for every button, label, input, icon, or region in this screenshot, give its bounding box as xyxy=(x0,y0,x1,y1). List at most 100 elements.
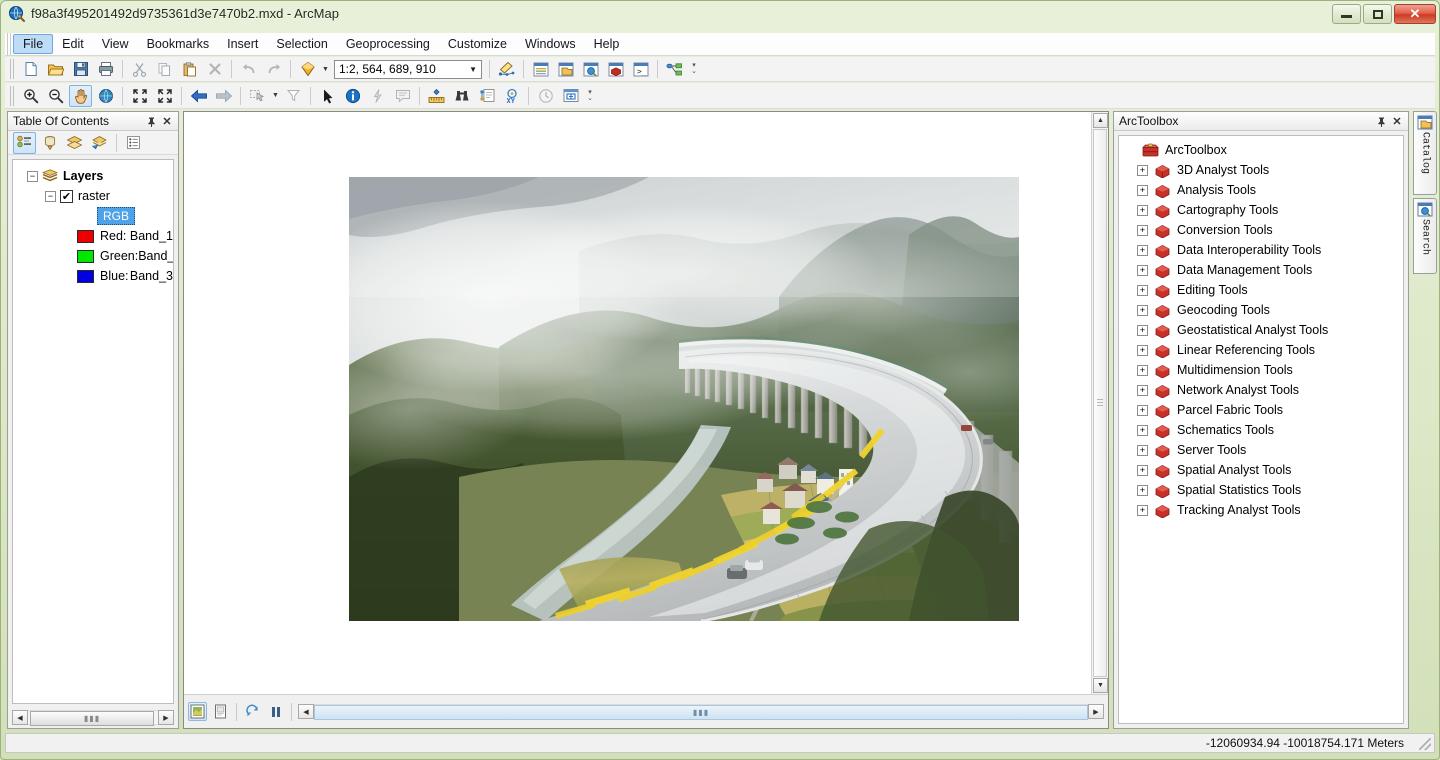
full-extent-globe-icon[interactable] xyxy=(94,85,117,107)
map-hscroll-thumb[interactable]: ▮▮▮ xyxy=(314,705,1088,720)
expander-icon[interactable]: + xyxy=(1137,404,1148,416)
redo-icon[interactable] xyxy=(262,58,285,80)
add-data-dropdown-icon[interactable]: ▼ xyxy=(320,58,331,80)
menu-item-customize[interactable]: Customize xyxy=(439,33,516,55)
print-icon[interactable] xyxy=(94,58,117,80)
fixed-zoom-in-icon[interactable] xyxy=(128,85,151,107)
expander-icon[interactable]: + xyxy=(1137,204,1148,216)
toolbox-item-spatial-analyst-tools[interactable]: + Spatial Analyst Tools xyxy=(1119,460,1403,480)
pin-icon[interactable] xyxy=(1374,114,1388,128)
map-hscroll-track[interactable]: ▮▮▮ xyxy=(314,704,1088,720)
scroll-up-arrow-icon[interactable]: ▲ xyxy=(1093,113,1108,128)
delete-icon[interactable] xyxy=(203,58,226,80)
clear-selection-icon[interactable] xyxy=(282,85,305,107)
hyperlink-icon[interactable] xyxy=(366,85,389,107)
toolbox-item-analysis-tools[interactable]: + Analysis Tools xyxy=(1119,180,1403,200)
table-of-contents-icon[interactable] xyxy=(529,58,552,80)
search-window-icon[interactable] xyxy=(579,58,602,80)
editor-toolbar-icon[interactable] xyxy=(495,58,518,80)
close-icon[interactable]: ✕ xyxy=(160,114,174,128)
save-icon[interactable] xyxy=(69,58,92,80)
toc-scroll-track[interactable]: ▮▮▮ xyxy=(28,710,158,726)
go-to-xy-icon[interactable]: XY xyxy=(500,85,523,107)
scroll-left-arrow-icon[interactable]: ◀ xyxy=(12,710,28,725)
expander-icon[interactable]: + xyxy=(1137,284,1148,296)
toc-band-red[interactable]: Red: Band_1 xyxy=(13,226,173,246)
cut-icon[interactable] xyxy=(128,58,151,80)
menu-drag-grip[interactable] xyxy=(5,33,13,55)
side-tab-catalog[interactable]: Catalog xyxy=(1413,111,1437,195)
menu-item-geoprocessing[interactable]: Geoprocessing xyxy=(337,33,439,55)
map-vertical-scrollbar[interactable]: ▲ ▼ xyxy=(1091,112,1108,694)
open-document-icon[interactable] xyxy=(44,58,67,80)
expander-icon[interactable]: + xyxy=(1137,164,1148,176)
menu-item-help[interactable]: Help xyxy=(585,33,629,55)
toolbox-item-multidimension-tools[interactable]: + Multidimension Tools xyxy=(1119,360,1403,380)
layout-view-icon[interactable] xyxy=(211,702,230,721)
list-by-visibility-icon[interactable] xyxy=(63,132,86,154)
select-elements-arrow-icon[interactable] xyxy=(316,85,339,107)
new-document-icon[interactable] xyxy=(19,58,42,80)
expander-icon[interactable]: + xyxy=(1137,364,1148,376)
toolbox-item-spatial-statistics-tools[interactable]: + Spatial Statistics Tools xyxy=(1119,480,1403,500)
html-popup-icon[interactable] xyxy=(391,85,414,107)
toc-layer-raster[interactable]: − ✔ raster xyxy=(13,186,173,206)
measure-icon[interactable] xyxy=(425,85,448,107)
toolbox-item-3d-analyst-tools[interactable]: + 3D Analyst Tools xyxy=(1119,160,1403,180)
expander-icon[interactable]: + xyxy=(1137,484,1148,496)
toolbox-item-schematics-tools[interactable]: + Schematics Tools xyxy=(1119,420,1403,440)
menu-item-bookmarks[interactable]: Bookmarks xyxy=(138,33,219,55)
toc-symbology-rgb[interactable]: RGB xyxy=(13,206,173,226)
toolbox-item-cartography-tools[interactable]: + Cartography Tools xyxy=(1119,200,1403,220)
toolbox-item-conversion-tools[interactable]: + Conversion Tools xyxy=(1119,220,1403,240)
expander-icon[interactable]: + xyxy=(1137,464,1148,476)
expander-icon[interactable]: − xyxy=(45,190,56,202)
zoom-in-icon[interactable] xyxy=(19,85,42,107)
arctoolbox-window-icon[interactable] xyxy=(604,58,627,80)
expander-icon[interactable]: + xyxy=(1137,504,1148,516)
menu-item-edit[interactable]: Edit xyxy=(53,33,93,55)
pan-hand-icon[interactable] xyxy=(69,84,92,107)
arctoolbox-tree[interactable]: ArcToolbox + 3D Analyst Tools + Analysis… xyxy=(1118,135,1404,724)
expander-icon[interactable]: + xyxy=(1137,424,1148,436)
expander-icon[interactable]: + xyxy=(1137,444,1148,456)
pin-icon[interactable] xyxy=(144,114,158,128)
toolbar-drag-grip[interactable] xyxy=(9,85,16,106)
zoom-out-icon[interactable] xyxy=(44,85,67,107)
create-viewer-window-icon[interactable] xyxy=(559,85,582,107)
close-button[interactable]: ✕ xyxy=(1394,4,1436,24)
select-features-icon[interactable] xyxy=(246,85,269,107)
go-forward-extent-icon[interactable] xyxy=(212,85,235,107)
scroll-left-arrow-icon[interactable]: ◀ xyxy=(298,704,314,719)
chevron-down-icon[interactable]: ▼ xyxy=(469,61,477,78)
toolbox-item-data-management-tools[interactable]: + Data Management Tools xyxy=(1119,260,1403,280)
add-data-icon[interactable] xyxy=(296,58,319,80)
model-builder-icon[interactable] xyxy=(663,58,686,80)
expander-icon[interactable]: + xyxy=(1137,264,1148,276)
menu-item-file[interactable]: File xyxy=(13,34,54,54)
toolbox-item-data-interoperability-tools[interactable]: + Data Interoperability Tools xyxy=(1119,240,1403,260)
expander-icon[interactable]: + xyxy=(1137,304,1148,316)
toolbox-item-geostatistical-analyst-tools[interactable]: + Geostatistical Analyst Tools xyxy=(1119,320,1403,340)
toolbox-item-tracking-analyst-tools[interactable]: + Tracking Analyst Tools xyxy=(1119,500,1403,520)
toc-band-green[interactable]: Green: Band_2 xyxy=(13,246,173,266)
expander-icon[interactable]: + xyxy=(1137,324,1148,336)
toolbar-overflow-icon[interactable]: ▾ ⌄ xyxy=(585,85,595,107)
menu-item-selection[interactable]: Selection xyxy=(267,33,336,55)
map-horizontal-scrollbar[interactable]: ◀ ▮▮▮ ▶ xyxy=(298,704,1104,720)
paste-icon[interactable] xyxy=(178,58,201,80)
select-features-dropdown-icon[interactable]: ▼ xyxy=(270,85,281,107)
menu-item-view[interactable]: View xyxy=(93,33,138,55)
refresh-view-icon[interactable] xyxy=(243,702,262,721)
copy-icon[interactable] xyxy=(153,58,176,80)
undo-icon[interactable] xyxy=(237,58,260,80)
toolbox-item-network-analyst-tools[interactable]: + Network Analyst Tools xyxy=(1119,380,1403,400)
expander-icon[interactable]: + xyxy=(1137,384,1148,396)
toolbox-item-editing-tools[interactable]: + Editing Tools xyxy=(1119,280,1403,300)
find-binoculars-icon[interactable] xyxy=(450,85,473,107)
minimize-button[interactable] xyxy=(1332,4,1361,24)
expander-icon[interactable]: + xyxy=(1137,224,1148,236)
scroll-down-arrow-icon[interactable]: ▼ xyxy=(1093,678,1108,693)
list-by-selection-icon[interactable] xyxy=(88,132,111,154)
toolbar-drag-grip[interactable] xyxy=(9,59,16,79)
